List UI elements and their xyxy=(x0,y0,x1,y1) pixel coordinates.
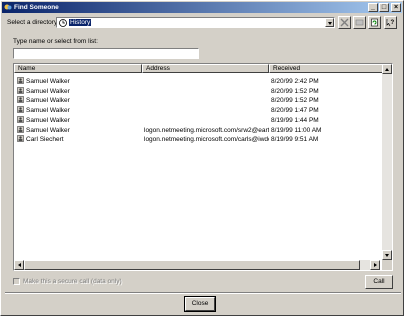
directory-list[interactable]: Name Address Received Samuel Walker 8/20/… xyxy=(13,63,393,271)
secure-call-checkbox[interactable] xyxy=(13,278,20,285)
vertical-scrollbar[interactable] xyxy=(382,64,392,260)
row-name-text: Samuel Walker xyxy=(26,107,70,115)
stop-icon xyxy=(340,18,349,27)
close-button[interactable]: Close xyxy=(184,296,216,312)
scroll-up-button[interactable] xyxy=(382,64,392,74)
row-name: Samuel Walker xyxy=(17,96,143,105)
row-name: Carl Siechert xyxy=(17,135,143,144)
row-name: Samuel Walker xyxy=(17,125,143,135)
refresh-button[interactable] xyxy=(368,16,381,29)
person-card-icon xyxy=(17,106,24,113)
column-header-address[interactable]: Address xyxy=(142,64,269,73)
scroll-left-button[interactable] xyxy=(14,260,24,270)
person-card-icon xyxy=(17,77,24,84)
column-header-received[interactable]: Received xyxy=(269,64,392,73)
maximize-button[interactable]: □ xyxy=(379,3,389,12)
row-name-text: Samuel Walker xyxy=(26,97,70,105)
list-row[interactable]: Samuel Walker logon.netmeeting.microsoft.… xyxy=(14,125,380,135)
refresh-icon xyxy=(371,18,378,27)
directory-select[interactable]: History xyxy=(56,17,335,28)
horizontal-scroll-thumb[interactable] xyxy=(24,260,360,270)
row-name-text: Carl Siechert xyxy=(26,136,64,144)
name-search-input[interactable] xyxy=(13,48,199,59)
horizontal-scrollbar[interactable] xyxy=(14,260,380,270)
row-name-text: Samuel Walker xyxy=(26,87,70,95)
person-card-icon xyxy=(17,135,24,142)
row-name: Samuel Walker xyxy=(17,77,143,86)
divider xyxy=(5,292,401,294)
netmeeting-icon xyxy=(4,4,12,10)
list-row[interactable]: Samuel Walker 8/19/99 1:44 PM xyxy=(14,115,380,125)
list-header: Name Address Received xyxy=(14,64,392,73)
properties-button[interactable] xyxy=(353,16,366,29)
search-label: Type name or select from list: xyxy=(13,38,98,45)
scrollbar-corner xyxy=(382,260,392,270)
row-name: Samuel Walker xyxy=(17,115,143,125)
list-row[interactable]: Samuel Walker 8/20/99 1:47 PM xyxy=(14,106,380,115)
row-received: 8/20/99 1:52 PM xyxy=(271,87,319,95)
title-bar[interactable]: Find Someone _ □ × xyxy=(2,2,402,13)
help-icon: ? xyxy=(386,19,395,27)
row-received: 8/19/99 9:51 AM xyxy=(271,136,319,144)
minimize-button[interactable]: _ xyxy=(368,3,378,12)
list-row[interactable]: Samuel Walker 8/20/99 2:42 PM xyxy=(14,77,380,86)
row-received: 8/19/99 11:00 AM xyxy=(271,126,322,134)
help-button[interactable]: ? xyxy=(384,16,397,29)
row-name-text: Samuel Walker xyxy=(26,78,70,85)
call-button[interactable]: Call xyxy=(365,275,393,289)
row-received: 8/20/99 1:47 PM xyxy=(271,107,319,115)
directory-selected-value: History xyxy=(69,19,92,26)
row-name-text: Samuel Walker xyxy=(26,126,70,134)
svg-text:?: ? xyxy=(391,20,395,26)
close-window-button[interactable]: × xyxy=(391,3,401,12)
person-card-icon xyxy=(17,86,24,94)
column-header-name[interactable]: Name xyxy=(14,64,142,73)
person-card-icon xyxy=(17,96,24,104)
secure-call-label: Make this a secure call (data only) xyxy=(23,278,122,285)
find-someone-window: Find Someone _ □ × Select a directory: H… xyxy=(0,0,404,316)
list-row[interactable]: Carl Siechert logon.netmeeting.microsoft.… xyxy=(14,135,380,144)
row-address: logon.netmeeting.microsoft.com/carls@iwd… xyxy=(144,136,269,144)
stop-button[interactable] xyxy=(338,16,351,29)
list-row[interactable]: Samuel Walker 8/20/99 1:52 PM xyxy=(14,96,380,105)
directory-label: Select a directory: xyxy=(7,19,60,26)
row-received: 8/20/99 2:42 PM xyxy=(271,78,319,85)
row-name: Samuel Walker xyxy=(17,106,143,115)
history-icon xyxy=(59,19,67,27)
row-name-text: Samuel Walker xyxy=(26,116,70,124)
properties-icon xyxy=(355,19,364,26)
person-card-icon xyxy=(17,125,24,133)
chevron-down-icon[interactable] xyxy=(325,18,334,27)
window-title: Find Someone xyxy=(14,4,59,11)
scroll-down-button[interactable] xyxy=(382,250,392,260)
list-row[interactable]: Samuel Walker 8/20/99 1:52 PM xyxy=(14,86,380,96)
row-received: 8/20/99 1:52 PM xyxy=(271,97,319,105)
scroll-right-button[interactable] xyxy=(370,260,380,270)
person-card-icon xyxy=(17,115,24,123)
row-received: 8/19/99 1:44 PM xyxy=(271,116,319,124)
row-address: logon.netmeeting.microsoft.com/srw2@eart… xyxy=(144,126,269,134)
row-name: Samuel Walker xyxy=(17,86,143,96)
